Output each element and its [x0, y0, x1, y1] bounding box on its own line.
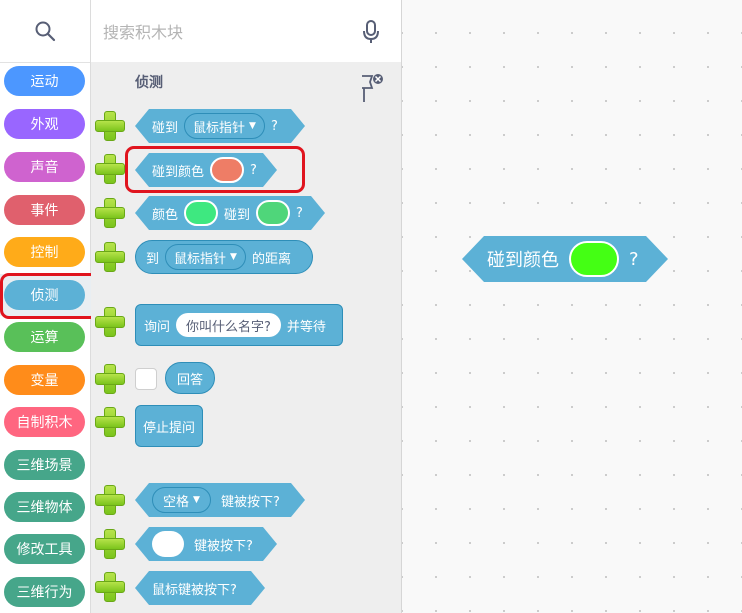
color-swatch[interactable]: [256, 200, 290, 226]
chevron-down-icon: ▼: [249, 121, 256, 131]
category-3d-scene[interactable]: 三维场景: [4, 450, 85, 480]
search-input[interactable]: [101, 16, 345, 48]
workspace-touching-color-block[interactable]: 碰到颜色 ?: [462, 236, 668, 282]
block-label: 停止提问: [142, 420, 195, 436]
block-suffix: ?: [296, 205, 303, 221]
highlight-sensing-category: [0, 273, 99, 319]
stop-asking-block[interactable]: 停止提问: [135, 405, 203, 447]
add-block-button[interactable]: [93, 570, 125, 602]
category-control[interactable]: 控制: [4, 237, 85, 267]
chevron-down-icon: ▼: [230, 252, 237, 262]
answer-checkbox[interactable]: [135, 368, 157, 390]
category-looks[interactable]: 外观: [4, 109, 85, 139]
color-swatch[interactable]: [184, 200, 218, 226]
pin-remove-icon[interactable]: [358, 72, 384, 104]
key-pressed-input-block[interactable]: 键被按下?: [135, 527, 277, 561]
block-label: 回答: [176, 372, 203, 388]
add-block-button[interactable]: [93, 305, 125, 337]
block-label: 碰到: [224, 207, 251, 223]
block-label: 颜色: [152, 207, 179, 223]
block-label: 键被按下?: [194, 538, 253, 554]
block-label: 并等待: [286, 319, 326, 335]
distance-target-dropdown[interactable]: 鼠标指针 ▼: [165, 244, 246, 270]
block-label: 到: [146, 251, 160, 267]
answer-block[interactable]: 回答: [165, 362, 215, 394]
key-input[interactable]: [152, 531, 184, 557]
category-events[interactable]: 事件: [4, 195, 85, 225]
add-block-button[interactable]: [93, 196, 125, 228]
category-modify-tool[interactable]: 修改工具: [4, 534, 85, 564]
touching-block[interactable]: 碰到 鼠标指针 ▼ ?: [135, 109, 305, 143]
add-block-button[interactable]: [93, 483, 125, 515]
ask-and-wait-block[interactable]: 询问 你叫什么名字? 并等待: [135, 304, 343, 346]
chevron-down-icon: ▼: [193, 495, 200, 505]
search-bar: [91, 0, 401, 62]
category-3d-object[interactable]: 三维物体: [4, 492, 85, 522]
section-title: 侦测: [135, 75, 163, 91]
category-motion[interactable]: 运动: [4, 66, 85, 96]
category-operators[interactable]: 运算: [4, 322, 85, 352]
dropdown-value: 空格: [163, 494, 190, 510]
color-touching-color-block[interactable]: 颜色 碰到 ?: [135, 196, 325, 230]
key-pressed-block[interactable]: 空格 ▼ 键被按下?: [135, 483, 305, 517]
category-3d-behavior[interactable]: 三维行为: [4, 577, 85, 607]
dropdown-value: 鼠标指针: [174, 251, 227, 267]
block-suffix: ?: [270, 118, 278, 134]
key-dropdown[interactable]: 空格 ▼: [152, 487, 211, 513]
highlight-touching-color-block: [125, 146, 305, 193]
dropdown-value: 鼠标指针: [193, 120, 246, 136]
category-sound[interactable]: 声音: [4, 152, 85, 182]
block-label: 鼠标键被按下?: [152, 582, 237, 598]
touching-target-dropdown[interactable]: 鼠标指针 ▼: [184, 113, 265, 139]
distance-to-block[interactable]: 到 鼠标指针 ▼ 的距离: [135, 240, 313, 274]
search-button[interactable]: [0, 0, 90, 63]
microphone-icon[interactable]: [363, 20, 379, 44]
add-block-button[interactable]: [93, 362, 125, 394]
add-block-button[interactable]: [93, 527, 125, 559]
mouse-down-block[interactable]: 鼠标键被按下?: [135, 571, 265, 605]
script-workspace[interactable]: [402, 0, 742, 613]
category-my-blocks[interactable]: 自制积木: [4, 407, 85, 437]
block-label: 键被按下?: [220, 494, 280, 510]
question-input[interactable]: 你叫什么名字?: [176, 313, 281, 337]
add-block-button[interactable]: [93, 240, 125, 272]
add-block-button[interactable]: [93, 405, 125, 437]
block-label: 碰到颜色: [487, 250, 559, 271]
add-block-button[interactable]: [93, 109, 125, 141]
search-icon: [35, 21, 56, 42]
color-swatch[interactable]: [569, 241, 619, 277]
add-block-button[interactable]: [93, 152, 125, 184]
block-label: 的距离: [251, 251, 291, 267]
block-label: 询问: [144, 319, 171, 335]
category-variables[interactable]: 变量: [4, 365, 85, 395]
block-suffix: ?: [629, 248, 639, 270]
block-label: 碰到: [152, 120, 179, 136]
